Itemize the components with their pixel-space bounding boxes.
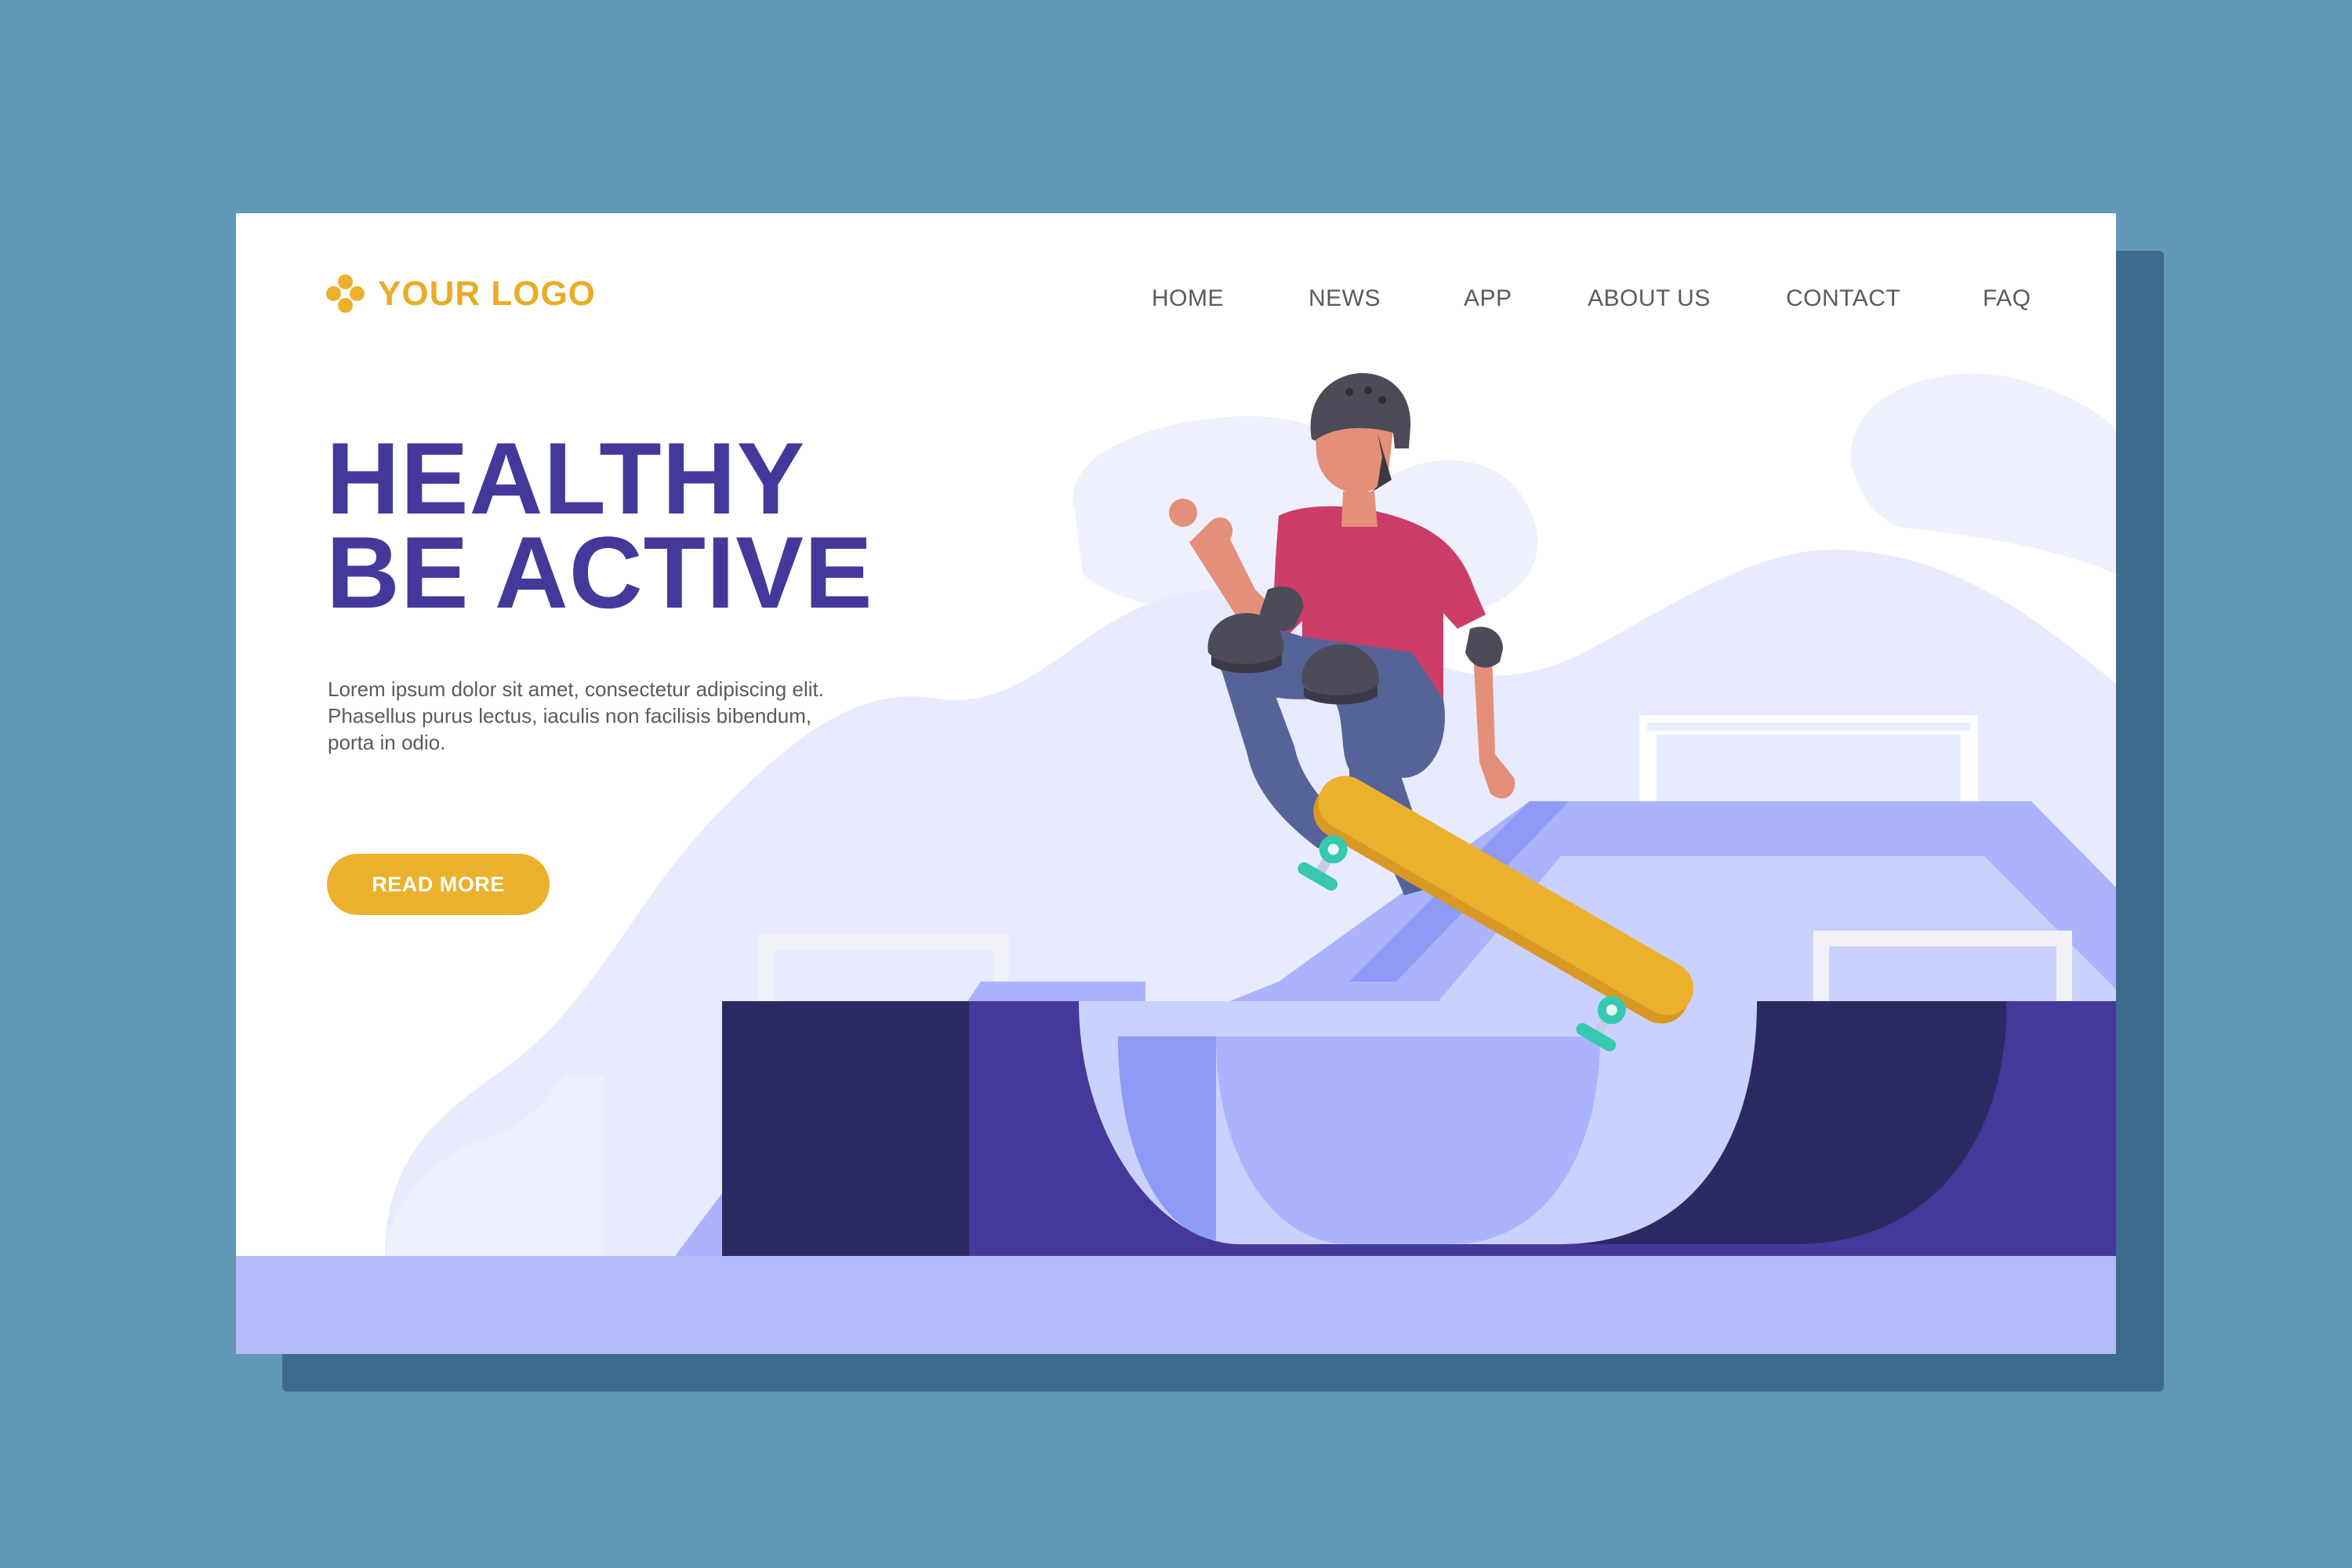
half-pipe-ramp-icon — [722, 982, 2116, 1279]
hero-title: HEALTHY BE ACTIVE — [326, 421, 873, 630]
read-more-button[interactable]: READ MORE — [327, 854, 550, 915]
hero-title-line-2: BE ACTIVE — [326, 515, 873, 630]
hero-description-line-3: porta in odio. — [328, 731, 446, 754]
nav-item-faq[interactable]: FAQ — [1983, 285, 2031, 312]
nav-item-app[interactable]: APP — [1464, 285, 1512, 312]
hero-description-line-1: Lorem ipsum dolor sit amet, consectetur … — [328, 677, 824, 701]
landing-page-card: YOUR LOGO HOME NEWS APP ABOUT US CONTACT… — [236, 213, 2116, 1354]
nav-item-news[interactable]: NEWS — [1308, 285, 1381, 312]
hero-title-line-1: HEALTHY — [326, 421, 806, 535]
nav-item-about-us[interactable]: ABOUT US — [1588, 285, 1711, 312]
nav-item-contact[interactable]: CONTACT — [1786, 285, 1900, 312]
main-navigation: HOME NEWS APP ABOUT US CONTACT FAQ — [236, 285, 2116, 332]
hero-description-line-2: Phasellus purus lectus, iaculis non faci… — [328, 704, 812, 728]
nav-item-home[interactable]: HOME — [1152, 285, 1224, 312]
hero-description: Lorem ipsum dolor sit amet, consectetur … — [328, 676, 892, 756]
hero-illustration — [236, 372, 2116, 1354]
